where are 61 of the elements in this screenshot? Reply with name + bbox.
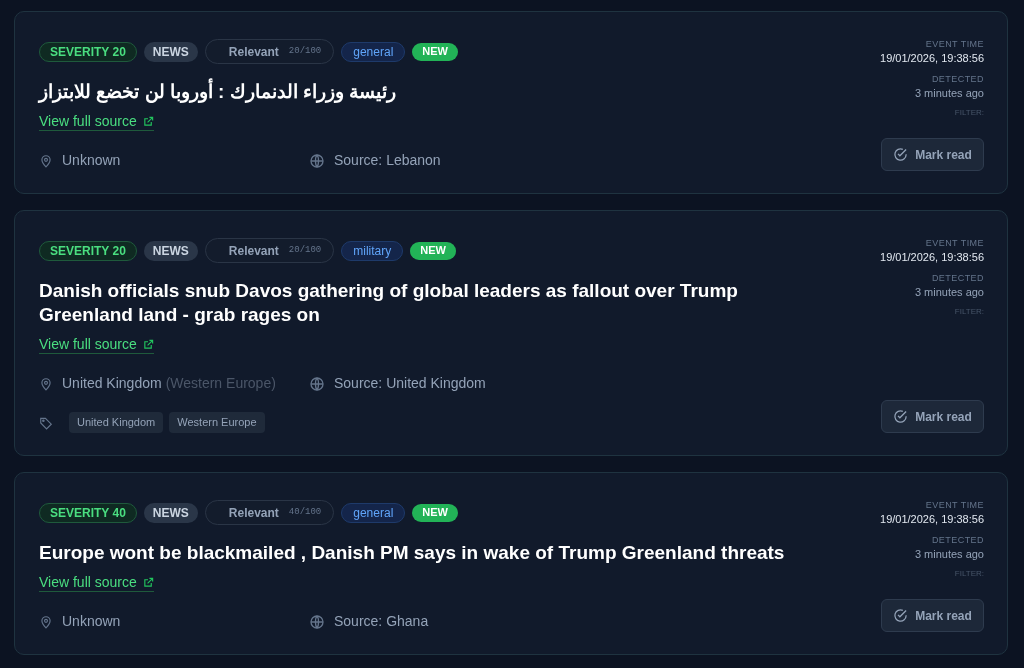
- external-link-icon: [142, 338, 154, 350]
- new-badge: NEW: [412, 503, 458, 522]
- source-text: Source: Ghana: [334, 612, 429, 631]
- relevance-label: Relevant: [228, 43, 279, 61]
- location-pin-icon: [39, 614, 53, 629]
- location-text: Unknown: [62, 151, 121, 170]
- location-text: United Kingdom: [62, 374, 162, 393]
- alert-title: رئيسة وزراء الدنمارك : أوروبا لن تخضع للابتزاز: [39, 80, 799, 104]
- relevance-score: 20/100: [288, 44, 322, 58]
- detected-time: 3 minutes ago: [914, 285, 984, 300]
- event-time: 19/01/2026, 19:38:56: [880, 51, 984, 66]
- severity-badge: SEVERITY 20: [39, 41, 137, 62]
- alert-title: Europe wont be blackmailed , Danish PM says in wake of Trump Greenland threats: [39, 541, 786, 565]
- detected-label: DETECTED: [931, 73, 984, 85]
- new-badge: NEW: [410, 241, 456, 260]
- view-source-link[interactable]: View full source: [39, 112, 154, 131]
- event-time: 19/01/2026, 19:38:56: [880, 250, 984, 265]
- check-circle-icon: [893, 147, 909, 162]
- event-time: 19/01/2026, 19:38:56: [880, 512, 984, 527]
- event-time-label: EVENT TIME: [925, 499, 984, 511]
- type-badge: NEWS: [143, 502, 198, 523]
- tag-icon: [39, 415, 53, 430]
- category-badge: general: [341, 502, 406, 523]
- event-time-label: EVENT TIME: [925, 38, 984, 50]
- location-tag: United Kingdom: [69, 412, 164, 433]
- detected-label: DETECTED: [931, 534, 984, 546]
- event-time-label: EVENT TIME: [925, 237, 984, 249]
- detected-label: DETECTED: [931, 272, 984, 284]
- check-circle-icon: [893, 608, 909, 623]
- detected-time: 3 minutes ago: [914, 86, 984, 101]
- relevance-score: 20/100: [288, 243, 322, 257]
- source-text: Source: Lebanon: [334, 151, 441, 170]
- type-badge: NEWS: [143, 41, 198, 62]
- category-badge: general: [341, 41, 406, 62]
- detected-time: 3 minutes ago: [914, 547, 984, 562]
- globe-icon: [309, 613, 325, 630]
- severity-badge: SEVERITY 40: [39, 502, 137, 523]
- check-circle-icon: [893, 409, 909, 424]
- location-text: Unknown: [62, 612, 121, 631]
- mark-read-button[interactable]: Mark read: [881, 400, 984, 433]
- source-text: Source: United Kingdom: [334, 374, 486, 393]
- globe-icon: [309, 375, 325, 392]
- location-pin-icon: [39, 153, 53, 168]
- external-link-icon: [142, 115, 154, 127]
- type-badge: NEWS: [143, 240, 198, 261]
- category-badge: military: [341, 240, 404, 261]
- relevance-label: Relevant: [228, 242, 279, 260]
- region-text: (Western Europe): [165, 374, 276, 393]
- location-tag: Western Europe: [169, 412, 265, 433]
- location-pin-icon: [39, 376, 53, 391]
- external-link-icon: [142, 576, 154, 588]
- mark-read-button[interactable]: Mark read: [881, 599, 984, 632]
- mark-read-button[interactable]: Mark read: [881, 138, 984, 171]
- view-source-link[interactable]: View full source: [39, 573, 154, 592]
- alert-title: Danish officials snub Davos gathering of global leaders as fallout over Trump Greenland land - grab rages on: [39, 279, 739, 327]
- severity-badge: SEVERITY 20: [39, 240, 137, 261]
- view-source-link[interactable]: View full source: [39, 335, 154, 354]
- new-badge: NEW: [412, 42, 458, 61]
- globe-icon: [309, 152, 325, 169]
- relevance-score: 40/100: [288, 505, 322, 519]
- relevance-label: Relevant: [228, 504, 279, 522]
